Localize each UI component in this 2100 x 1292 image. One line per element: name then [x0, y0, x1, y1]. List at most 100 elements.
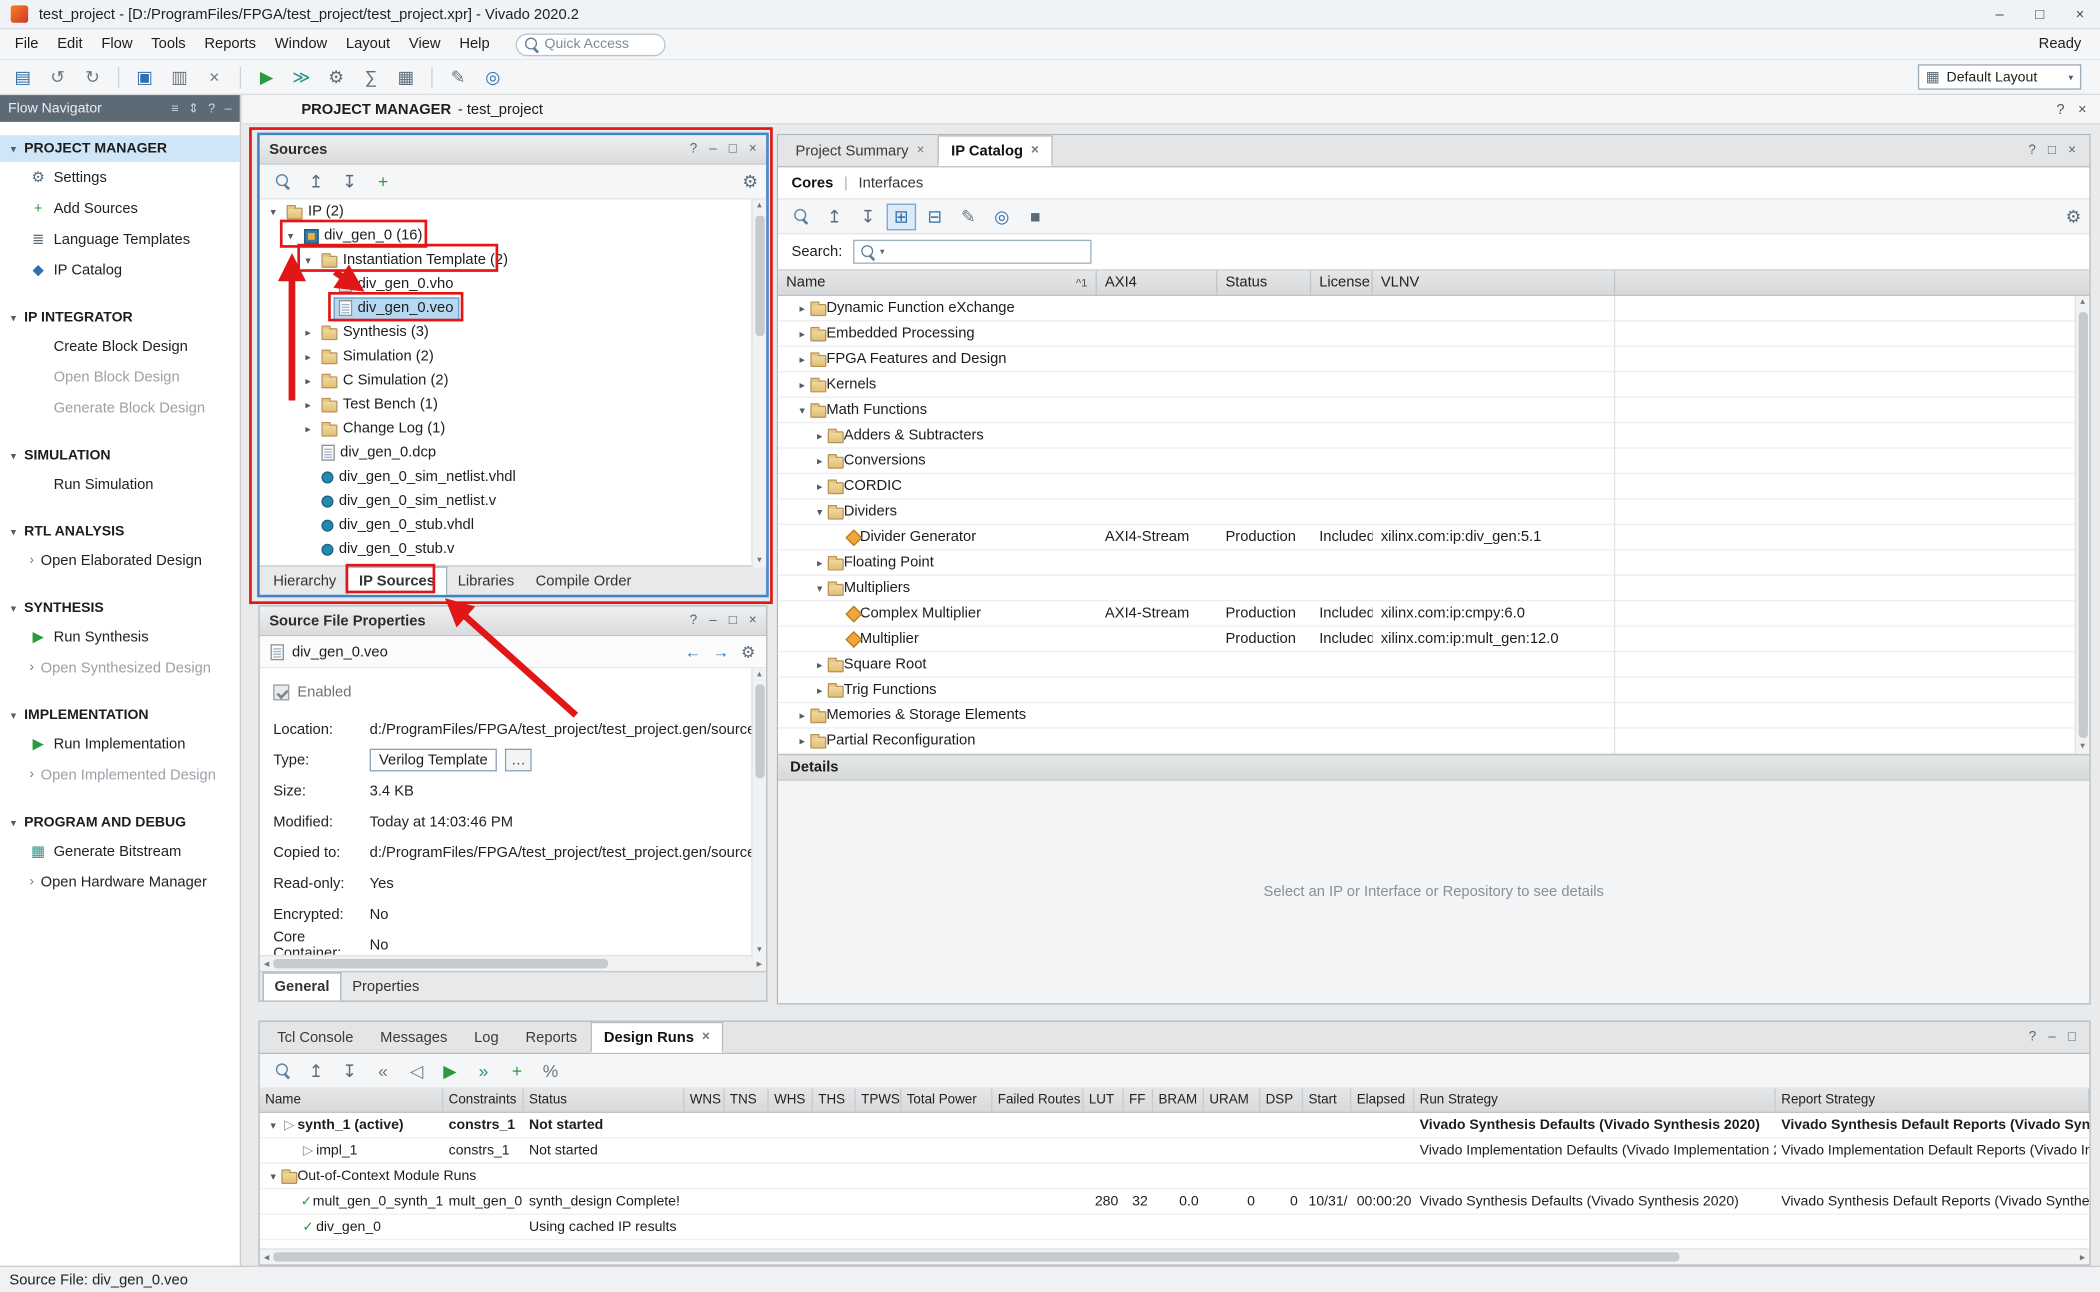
scrollbar-thumb[interactable]	[2078, 312, 2087, 738]
flownav-item-open-implemented-design[interactable]: ›Open Implemented Design	[0, 759, 240, 790]
collapse-all-button[interactable]: ↥	[301, 168, 330, 195]
tree-item-c-simulation-2[interactable]: ▸C Simulation (2)	[260, 368, 766, 392]
search-button[interactable]	[786, 203, 815, 230]
chevron-right-icon[interactable]: ▸	[794, 353, 810, 365]
tab-ip-catalog[interactable]: IP Catalog×	[938, 135, 1052, 166]
column-header-tpws[interactable]: TPWS	[856, 1089, 902, 1112]
tree-item-div-gen-0-16[interactable]: ▾div_gen_0 (16)	[260, 224, 766, 248]
tab-libraries[interactable]: Libraries	[447, 568, 525, 595]
target-button[interactable]: ◎	[478, 64, 507, 91]
catalog-row-partial-reconfiguration[interactable]: ▸Partial Reconfiguration	[778, 729, 2089, 754]
search-button[interactable]	[268, 168, 297, 195]
close-tab-icon[interactable]: ×	[1031, 143, 1039, 158]
tree-item-synthesis-3[interactable]: ▸Synthesis (3)	[260, 320, 766, 344]
menu-reports[interactable]: Reports	[195, 36, 265, 52]
catalog-row-dividers[interactable]: ▾Dividers	[778, 500, 2089, 525]
column-header-ths[interactable]: THS	[813, 1089, 856, 1112]
flownav-item-run-simulation[interactable]: Run Simulation	[0, 469, 240, 500]
expand-all-button[interactable]: ↧	[335, 1057, 364, 1084]
tree-item-instantiation-template-2[interactable]: ▾Instantiation Template (2)	[260, 248, 766, 272]
percent-button[interactable]: %	[536, 1057, 565, 1084]
help-icon[interactable]: ?	[2029, 1030, 2036, 1045]
forward-icon[interactable]: →	[713, 642, 729, 661]
open-project-button[interactable]: ▤	[8, 64, 37, 91]
tab-messages[interactable]: Messages	[367, 1022, 461, 1053]
catalog-search-input[interactable]: ▾	[853, 240, 1091, 264]
run-button[interactable]: ▶	[252, 64, 281, 91]
chevron-right-icon[interactable]: ▸	[300, 350, 316, 362]
tab-hierarchy[interactable]: Hierarchy	[263, 568, 347, 595]
scroll-up-icon[interactable]: ▴	[2080, 296, 2085, 309]
chevron-down-icon[interactable]: ▾	[812, 506, 828, 518]
launch-runs-button[interactable]: ▶	[435, 1057, 464, 1084]
catalog-row-cordic[interactable]: ▸CORDIC	[778, 474, 2089, 499]
step-forward-button[interactable]: »	[469, 1057, 498, 1084]
catalog-row-memories-storage-elements[interactable]: ▸Memories & Storage Elements	[778, 703, 2089, 728]
close-tab-icon[interactable]: ×	[702, 1030, 710, 1045]
column-header-tns[interactable]: TNS	[725, 1089, 769, 1112]
catalog-row-dynamic-function-exchange[interactable]: ▸Dynamic Function eXchange	[778, 296, 2089, 321]
flownav-item-create-block-design[interactable]: Create Block Design	[0, 331, 240, 362]
catalog-row-multiplier[interactable]: MultiplierProductionIncludedxilinx.com:i…	[778, 627, 2089, 652]
minimize-icon[interactable]: –	[2048, 1030, 2055, 1045]
float-icon[interactable]: □	[2068, 1030, 2076, 1045]
column-header-run-strategy[interactable]: Run Strategy	[1414, 1089, 1776, 1112]
flownav-item-add-sources[interactable]: +Add Sources	[0, 193, 240, 224]
close-icon[interactable]: ×	[749, 613, 757, 628]
restart-button[interactable]: «	[368, 1057, 397, 1084]
chevron-down-icon[interactable]: ▾	[265, 1170, 281, 1182]
column-header-name[interactable]: Name^1	[778, 271, 1097, 295]
subtab-interfaces[interactable]: Interfaces	[859, 175, 924, 191]
float-icon[interactable]: □	[2048, 143, 2056, 158]
settings-button[interactable]: ⚙	[321, 64, 350, 91]
menu-view[interactable]: View	[400, 36, 450, 52]
chevron-right-icon[interactable]: ▸	[794, 327, 810, 339]
flownav-item-settings[interactable]: ⚙Settings	[0, 162, 240, 193]
search-button[interactable]	[268, 1057, 297, 1084]
minimize-icon[interactable]: –	[709, 613, 716, 628]
scroll-up-icon[interactable]: ▴	[757, 200, 762, 213]
scrollbar-thumb[interactable]	[755, 684, 764, 778]
flownav-section-rtl-analysis[interactable]: ▾RTL ANALYSIS	[0, 518, 240, 545]
ungroup-button[interactable]: ⊟	[920, 203, 949, 230]
chevron-down-icon[interactable]: ▾	[300, 254, 316, 266]
quick-access-search[interactable]: Quick Access	[515, 33, 665, 56]
column-header-ff[interactable]: FF	[1124, 1089, 1153, 1112]
chevron-right-icon[interactable]: ▸	[812, 480, 828, 492]
chevron-right-icon[interactable]: ▸	[812, 455, 828, 467]
column-header-uram[interactable]: URAM	[1204, 1089, 1260, 1112]
step-button[interactable]: ≫	[287, 64, 316, 91]
help-icon[interactable]: ?	[2056, 101, 2064, 117]
tab-design-runs[interactable]: Design Runs×	[590, 1022, 723, 1053]
run-row-synth-1-active[interactable]: ▾▷synth_1 (active)constrs_1Not startedVi…	[260, 1113, 2089, 1138]
scroll-down-icon[interactable]: ▾	[2080, 741, 2085, 754]
edit-button[interactable]: ✎	[443, 64, 472, 91]
reports-sum-button[interactable]: ∑	[356, 64, 385, 91]
catalog-row-multipliers[interactable]: ▾Multipliers	[778, 576, 2089, 601]
menu-file[interactable]: File	[5, 36, 48, 52]
catalog-row-math-functions[interactable]: ▾Math Functions	[778, 398, 2089, 423]
scroll-left-icon[interactable]: ◂	[264, 1251, 269, 1263]
catalog-row-square-root[interactable]: ▸Square Root	[778, 652, 2089, 677]
chevron-right-icon[interactable]: ▸	[812, 658, 828, 670]
subtab-cores[interactable]: Cores	[792, 175, 834, 191]
delete-button[interactable]: ×	[200, 64, 229, 91]
maximize-button[interactable]: □	[2020, 0, 2060, 29]
step-back-button[interactable]: ◁	[402, 1057, 431, 1084]
tree-item-div-gen-0-vho[interactable]: div_gen_0.vho	[260, 272, 766, 296]
float-icon[interactable]: □	[729, 142, 737, 157]
help-icon[interactable]: ?	[2028, 143, 2035, 158]
run-row-div-gen-0[interactable]: ✓div_gen_0Using cached IP results	[260, 1215, 2089, 1240]
flownav-item-open-synthesized-design[interactable]: ›Open Synthesized Design	[0, 652, 240, 683]
catalog-row-adders-subtracters[interactable]: ▸Adders & Subtracters	[778, 423, 2089, 448]
run-row-impl-1[interactable]: ▷impl_1constrs_1Not startedVivado Implem…	[260, 1138, 2089, 1163]
close-icon[interactable]: ×	[2068, 143, 2076, 158]
column-header-status[interactable]: Status	[524, 1089, 685, 1112]
chevron-down-icon[interactable]: ▾	[265, 1119, 281, 1131]
undo-button[interactable]: ↺	[43, 64, 72, 91]
catalog-row-trig-functions[interactable]: ▸Trig Functions	[778, 678, 2089, 703]
scroll-down-icon[interactable]: ▾	[757, 554, 762, 567]
collapse-all-button[interactable]: ↥	[820, 203, 849, 230]
edit-properties-button[interactable]: ✎	[954, 203, 983, 230]
chevron-right-icon[interactable]: ▸	[300, 398, 316, 410]
